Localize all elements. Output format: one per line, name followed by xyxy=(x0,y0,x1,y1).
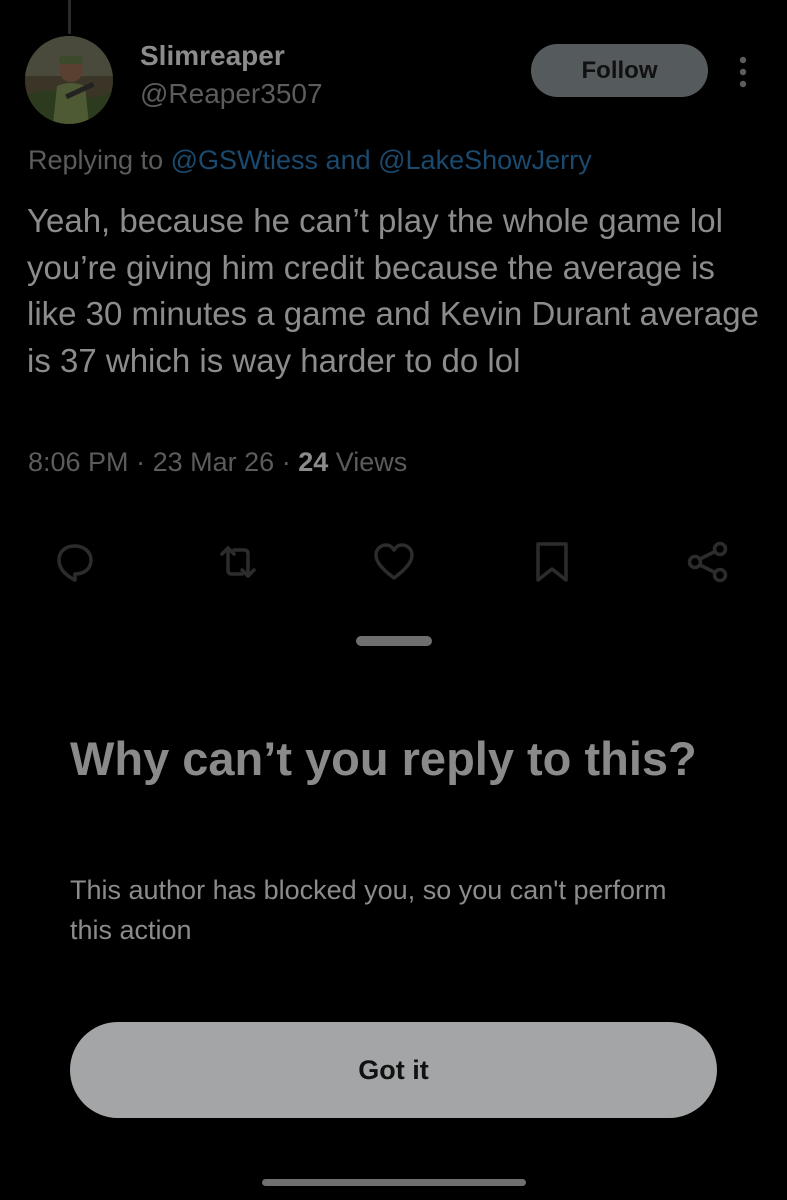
post-text: Yeah, because he can’t play the whole ga… xyxy=(27,202,759,379)
sheet-drag-handle[interactable] xyxy=(356,636,432,646)
meta-separator: · xyxy=(281,447,291,477)
author-handle[interactable]: @Reaper3507 xyxy=(140,78,323,110)
post-meta: 8:06 PM · 23 Mar 26 · 24 Views xyxy=(28,447,407,478)
bookmark-icon[interactable] xyxy=(530,540,574,584)
more-vertical-icon[interactable] xyxy=(730,54,756,90)
mention-connector[interactable]: and xyxy=(326,145,371,175)
comment-icon[interactable] xyxy=(53,540,97,584)
mention-link-second[interactable]: @LakeShowJerry xyxy=(378,145,592,175)
replying-to-line: Replying to @GSWtiess and @LakeShowJerry xyxy=(28,145,592,176)
got-it-button[interactable]: Got it xyxy=(70,1022,717,1118)
avatar[interactable] xyxy=(25,36,113,124)
replying-to-prefix: Replying to xyxy=(28,145,164,175)
thread-connector-line xyxy=(68,0,71,34)
mention-link-first[interactable]: @GSWtiess xyxy=(171,145,318,175)
post-date: 23 Mar 26 xyxy=(152,447,275,477)
repost-icon[interactable] xyxy=(216,540,260,584)
sheet-title: Why can’t you reply to this? xyxy=(70,732,697,785)
post-time: 8:06 PM xyxy=(28,447,129,477)
sheet-body-text: This author has blocked you, so you can'… xyxy=(70,875,667,945)
heart-icon[interactable] xyxy=(372,540,416,584)
views-label[interactable]: Views xyxy=(336,447,408,477)
home-indicator[interactable] xyxy=(262,1179,526,1186)
views-count[interactable]: 24 xyxy=(298,447,328,477)
avatar-image xyxy=(25,36,113,124)
meta-separator: · xyxy=(136,447,146,477)
follow-button[interactable]: Follow xyxy=(531,44,708,97)
author-display-name[interactable]: Slimreaper xyxy=(140,40,285,72)
share-icon[interactable] xyxy=(686,540,730,584)
